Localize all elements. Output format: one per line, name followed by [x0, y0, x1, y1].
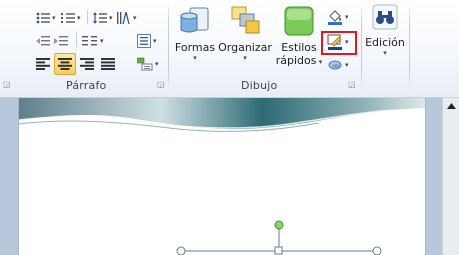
- columns-icon: [82, 36, 97, 46]
- align-left-button[interactable]: [36, 55, 50, 73]
- numbering-button[interactable]: ▾: [61, 9, 81, 27]
- chevron-down-icon: ▾: [383, 49, 387, 57]
- group-divider: [168, 4, 169, 92]
- smartart-button[interactable]: ▾: [137, 55, 159, 73]
- scroll-up-arrow-icon[interactable]: [443, 98, 459, 114]
- editing-button[interactable]: Edición ▾: [364, 4, 406, 58]
- justify-icon: [101, 58, 115, 70]
- shape-fill-button[interactable]: ▾: [327, 8, 349, 26]
- decrease-indent-icon: [36, 36, 50, 46]
- ribbon: ▾ ▾ ▾ ▾ ▾ ▾ ▾ Párrafo ◲ ◲ Formas ▾ Organ…: [0, 0, 459, 98]
- text-direction-icon: [117, 12, 130, 24]
- bullets-button[interactable]: ▾: [36, 9, 56, 27]
- arrange-button[interactable]: Organizar ▾: [218, 4, 272, 63]
- editing-label: Edición: [365, 36, 405, 49]
- line-spacing-button[interactable]: ▾: [93, 9, 113, 27]
- align-center-icon: [58, 58, 72, 70]
- chevron-down-icon: ▾: [100, 38, 104, 45]
- vertical-scrollbar[interactable]: [442, 98, 459, 255]
- line-spacing-icon: [93, 12, 107, 24]
- chevron-down-icon: ▾: [109, 15, 113, 22]
- justify-button[interactable]: [101, 55, 115, 73]
- align-right-button[interactable]: [80, 55, 94, 73]
- chevron-down-icon: ▾: [52, 15, 56, 22]
- arrange-label: Organizar: [218, 41, 272, 54]
- columns-button[interactable]: ▾: [82, 32, 104, 50]
- drawing-dialog-launcher-icon[interactable]: ◲: [348, 80, 356, 89]
- separator: [76, 33, 77, 47]
- align-text-button[interactable]: ▾: [137, 32, 157, 50]
- selected-line-shape[interactable]: [19, 215, 425, 255]
- slide-page[interactable]: [18, 98, 426, 255]
- quick-styles-icon: [284, 6, 314, 36]
- chevron-down-icon: ▾: [193, 54, 197, 62]
- chevron-down-icon: ▾: [345, 62, 349, 69]
- resize-handle-left-icon[interactable]: [176, 246, 186, 255]
- shape-effects-button[interactable]: ▾: [327, 56, 349, 74]
- chevron-down-icon: ▾: [133, 15, 137, 22]
- chevron-down-icon: ▾: [243, 54, 247, 62]
- numbering-icon: [61, 13, 75, 23]
- shapes-icon: [180, 7, 209, 33]
- highlight-frame: [321, 31, 357, 55]
- paragraph-dialog-launcher-icon[interactable]: ◲: [157, 80, 165, 89]
- align-left-icon: [36, 58, 50, 70]
- arrange-icon: [231, 6, 260, 34]
- chevron-down-icon: ▾: [155, 61, 159, 68]
- align-right-icon: [80, 58, 94, 70]
- resize-handle-center-icon[interactable]: [274, 246, 283, 255]
- smartart-icon: [137, 57, 153, 71]
- group-divider: [409, 4, 410, 92]
- chevron-down-icon: ▾: [316, 58, 323, 66]
- separator: [87, 10, 88, 24]
- drawing-group-label: Dibujo: [241, 79, 278, 92]
- shapes-button[interactable]: Formas ▾: [174, 4, 216, 63]
- rotation-handle-icon[interactable]: [274, 220, 284, 230]
- quick-styles-label-1: Estilos: [281, 41, 317, 54]
- paint-bucket-icon: [328, 10, 342, 25]
- chevron-down-icon: ▾: [345, 14, 349, 21]
- wave-banner: [19, 98, 425, 132]
- paragraph-group-label: Párrafo: [66, 79, 107, 92]
- chevron-down-icon: ▾: [77, 15, 81, 22]
- decrease-indent-button[interactable]: [36, 32, 50, 50]
- group-divider: [361, 4, 362, 92]
- align-text-icon: [137, 34, 151, 48]
- align-center-button[interactable]: [54, 53, 76, 75]
- shapes-label: Formas: [174, 41, 216, 54]
- quick-styles-button[interactable]: Estilos rápidos ▾: [275, 4, 323, 67]
- chevron-down-icon: ▾: [153, 38, 157, 45]
- font-dialog-launcher-icon[interactable]: ◲: [3, 80, 11, 89]
- quick-styles-label-2: rápidos ▾: [275, 54, 323, 67]
- shape-effects-icon: [328, 60, 342, 70]
- increase-indent-button[interactable]: [54, 32, 68, 50]
- resize-handle-right-icon[interactable]: [372, 246, 382, 255]
- text-direction-button[interactable]: ▾: [117, 9, 137, 27]
- binoculars-icon: [372, 4, 398, 30]
- increase-indent-icon: [54, 36, 68, 46]
- bullets-icon: [36, 12, 50, 24]
